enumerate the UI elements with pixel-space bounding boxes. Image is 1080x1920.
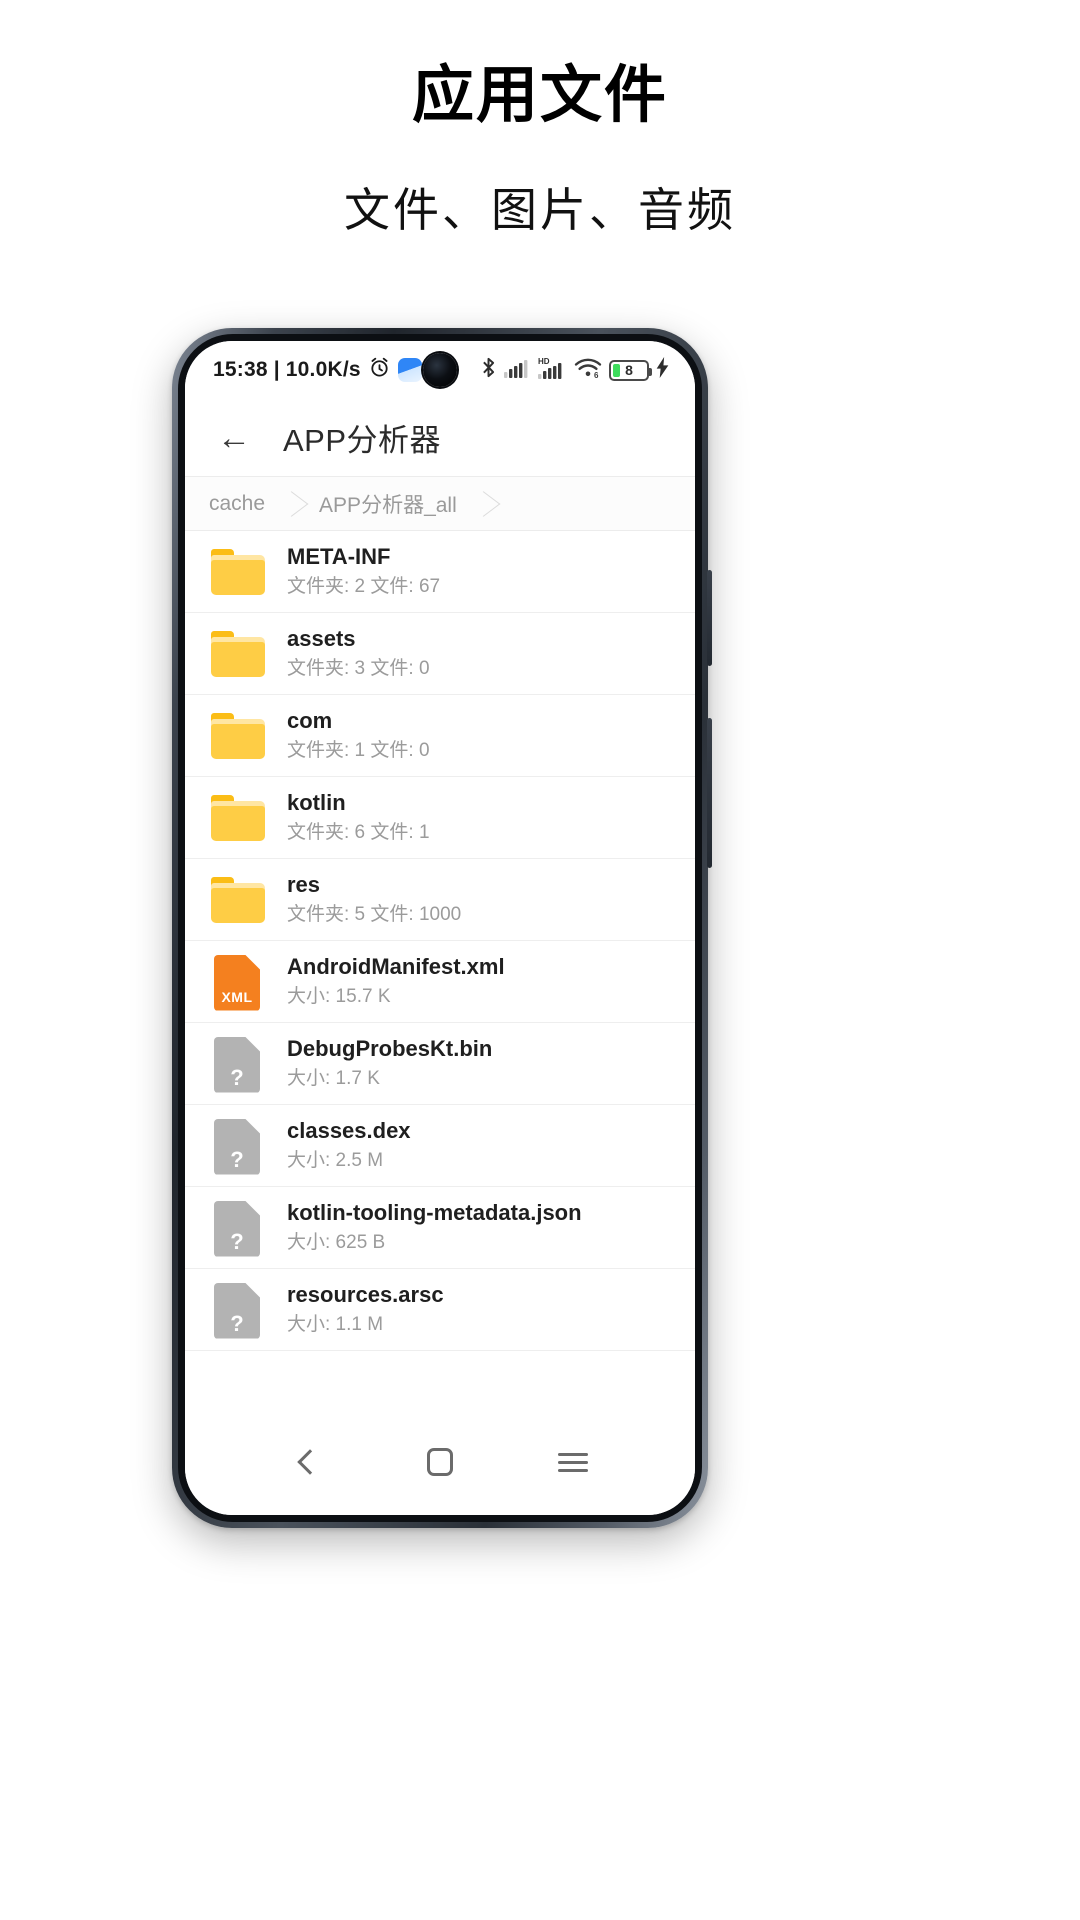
- file-list-item[interactable]: kotlin 文件夹: 6 文件: 1: [185, 777, 695, 859]
- file-text-block: DebugProbesKt.bin 大小: 1.7 K: [287, 1035, 492, 1092]
- file-list-item[interactable]: XML AndroidManifest.xml 大小: 15.7 K: [185, 941, 695, 1023]
- file-list[interactable]: META-INF 文件夹: 2 文件: 67 assets 文件夹: 3 文件: 0 c…: [185, 531, 695, 1423]
- file-list-item[interactable]: ? classes.dex 大小: 2.5 M: [185, 1105, 695, 1187]
- folder-icon: [211, 545, 265, 599]
- file-text-block: resources.arsc 大小: 1.1 M: [287, 1281, 444, 1338]
- battery-fill: [613, 363, 620, 377]
- file-name: META-INF: [287, 543, 391, 569]
- file-text-block: classes.dex 大小: 2.5 M: [287, 1117, 411, 1174]
- file-name: AndroidManifest.xml: [287, 953, 505, 979]
- status-bar-left: 15:38 | 10.0K/s: [213, 356, 422, 385]
- file-name: com: [287, 707, 333, 733]
- folder-icon: [211, 791, 265, 845]
- alarm-clock-icon: [368, 356, 391, 385]
- file-text-block: META-INF 文件夹: 2 文件: 67: [287, 543, 440, 600]
- file-name: classes.dex: [287, 1117, 411, 1143]
- file-list-item[interactable]: ? kotlin-tooling-metadata.json 大小: 625 B: [185, 1187, 695, 1269]
- page-subtitle: 文件、图片、音频: [344, 185, 736, 237]
- file-meta: 文件夹: 1 文件: 0: [287, 740, 430, 762]
- file-list-item[interactable]: ? resources.arsc 大小: 1.1 M: [185, 1269, 695, 1351]
- file-text-block: res 文件夹: 5 文件: 1000: [287, 871, 461, 928]
- page-title: 应用文件: [411, 61, 668, 130]
- folder-icon: [211, 627, 265, 681]
- hamburger-icon: [557, 1448, 588, 1477]
- file-meta: 文件夹: 3 文件: 0: [287, 658, 430, 680]
- system-nav-bar: [185, 1423, 695, 1515]
- file-meta: 文件夹: 2 文件: 67: [287, 576, 441, 598]
- file-text-block: kotlin-tooling-metadata.json 大小: 625 B: [287, 1199, 582, 1256]
- folder-icon: [211, 709, 265, 763]
- app-bar-title: APP分析器: [283, 423, 442, 458]
- chevron-right-icon: [279, 477, 305, 530]
- promo-header: 应用文件 文件、图片、音频: [0, 0, 1080, 238]
- weather-app-icon: [397, 358, 422, 382]
- file-meta: 大小: 625 B: [287, 1232, 386, 1254]
- unknown-file-icon: ?: [211, 1118, 265, 1175]
- xml-file-icon: XML: [211, 954, 265, 1011]
- file-meta: 大小: 15.7 K: [287, 986, 391, 1008]
- nav-home-button[interactable]: [413, 1435, 467, 1489]
- file-list-item[interactable]: META-INF 文件夹: 2 文件: 67: [185, 531, 695, 613]
- status-divider: |: [273, 358, 280, 381]
- file-meta: 文件夹: 6 文件: 1: [287, 822, 430, 844]
- file-name: kotlin: [287, 789, 346, 815]
- folder-icon: [211, 873, 265, 927]
- square-home-icon: [426, 1448, 453, 1476]
- signal-bars-icon: [504, 358, 530, 383]
- status-bar: 15:38 | 10.0K/s HD 6 8: [185, 341, 695, 399]
- status-time: 15:38: [213, 358, 268, 381]
- hd-signal-bars-icon: HD: [537, 356, 567, 385]
- chevron-left-icon: [297, 1449, 324, 1475]
- battery-level-label: 8: [625, 362, 633, 378]
- file-name: DebugProbesKt.bin: [287, 1035, 493, 1061]
- wifi-icon: 6: [574, 357, 602, 384]
- unknown-file-icon: ?: [211, 1200, 265, 1257]
- charging-bolt-icon: [656, 357, 669, 383]
- file-name: res: [287, 871, 321, 897]
- file-text-block: assets 文件夹: 3 文件: 0: [287, 625, 430, 682]
- file-meta: 大小: 2.5 M: [287, 1150, 384, 1172]
- back-arrow-icon[interactable]: ←: [215, 421, 253, 455]
- file-list-item[interactable]: res 文件夹: 5 文件: 1000: [185, 859, 695, 941]
- file-name: assets: [287, 625, 356, 651]
- file-meta: 文件夹: 5 文件: 1000: [287, 904, 462, 926]
- app-bar: ← APP分析器: [185, 399, 695, 477]
- phone-screen: 15:38 | 10.0K/s HD 6 8 ← APP分析器 cache AP…: [185, 341, 695, 1515]
- power-button[interactable]: [707, 570, 712, 666]
- file-list-item[interactable]: assets 文件夹: 3 文件: 0: [185, 613, 695, 695]
- status-network-speed: 10.0K/s: [285, 358, 361, 381]
- status-time-group: 15:38 | 10.0K/s: [213, 358, 361, 382]
- svg-text:HD: HD: [538, 357, 550, 366]
- nav-back-button[interactable]: [280, 1435, 334, 1489]
- unknown-file-icon: ?: [211, 1036, 265, 1093]
- breadcrumb-item-app-all[interactable]: APP分析器_all: [319, 489, 457, 519]
- file-text-block: AndroidManifest.xml 大小: 15.7 K: [287, 953, 505, 1010]
- volume-button[interactable]: [707, 718, 712, 868]
- unknown-file-icon: ?: [211, 1282, 265, 1339]
- file-name: resources.arsc: [287, 1281, 444, 1307]
- file-name: kotlin-tooling-metadata.json: [287, 1199, 582, 1225]
- breadcrumb: cache APP分析器_all: [185, 477, 695, 531]
- front-camera-punch-hole: [423, 353, 457, 387]
- chevron-right-icon: [471, 477, 497, 530]
- file-text-block: com 文件夹: 1 文件: 0: [287, 707, 430, 764]
- file-list-item[interactable]: com 文件夹: 1 文件: 0: [185, 695, 695, 777]
- bluetooth-icon: [480, 356, 497, 384]
- file-text-block: kotlin 文件夹: 6 文件: 1: [287, 789, 430, 846]
- file-meta: 大小: 1.1 M: [287, 1314, 384, 1336]
- phone-mockup: 15:38 | 10.0K/s HD 6 8 ← APP分析器 cache AP…: [172, 328, 712, 1528]
- file-list-item[interactable]: ? DebugProbesKt.bin 大小: 1.7 K: [185, 1023, 695, 1105]
- wifi-generation-label: 6: [594, 371, 599, 379]
- status-bar-right: HD 6 8: [480, 356, 669, 385]
- file-meta: 大小: 1.7 K: [287, 1068, 380, 1090]
- nav-recents-button[interactable]: [546, 1435, 600, 1489]
- battery-icon: 8: [609, 359, 652, 381]
- breadcrumb-item-cache[interactable]: cache: [209, 492, 265, 516]
